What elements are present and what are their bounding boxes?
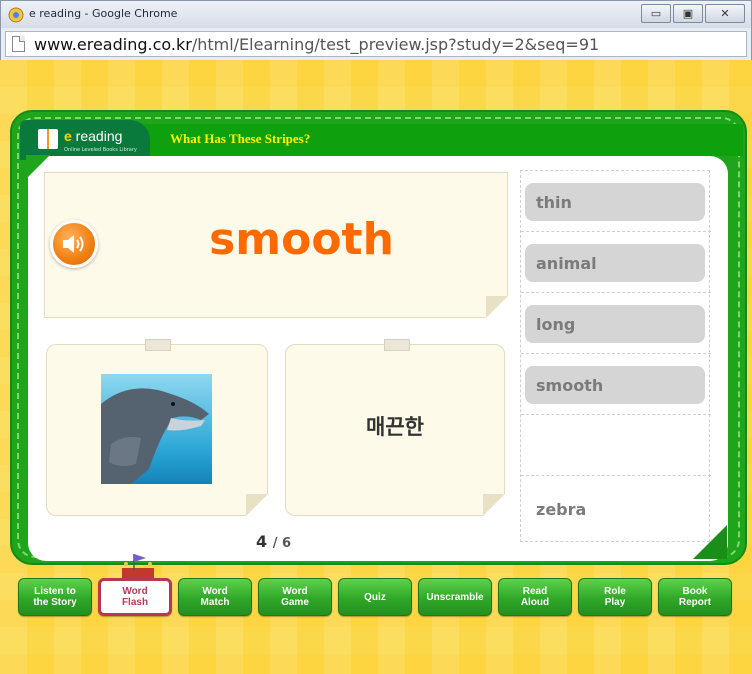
target-word: smooth [209,214,394,265]
nav-unscramble[interactable]: Unscramble [418,578,492,616]
logo-subtitle: Online Leveled Books Library [64,147,137,153]
url-field[interactable]: www.ereading.co.kr/html/Elearning/test_p… [5,31,747,57]
nav-word-flash[interactable]: Word Flash [98,578,172,616]
dolphin-icon [101,388,209,484]
maximize-button[interactable]: ▣ [673,4,703,23]
logo-e: e [64,128,72,144]
option-thin[interactable]: thin [525,183,705,221]
option-divider [521,353,711,354]
logo-text: e reading [64,128,122,144]
speaker-icon [63,235,84,253]
window-titlebar: e reading - Google Chrome ▭ ▣ ✕ [0,0,752,28]
option-divider [521,475,711,476]
logo-word: reading [71,128,123,144]
window-controls: ▭ ▣ ✕ [639,4,745,23]
window-title: e reading - Google Chrome [29,7,178,20]
nav-word-game[interactable]: Word Game [258,578,332,616]
minimize-button[interactable]: ▭ [641,4,671,23]
nav-read-aloud[interactable]: Read Aloud [498,578,572,616]
flag-icon [122,554,154,580]
page-icon [12,36,25,52]
option-divider [521,414,711,415]
option-zebra[interactable]: zebra [536,500,586,519]
address-bar: www.ereading.co.kr/html/Elearning/test_p… [0,28,752,60]
option-divider [521,231,711,232]
total-pages: / 6 [272,536,292,551]
close-button[interactable]: ✕ [705,4,745,23]
meaning-card: 매끈한 [285,339,505,516]
picture-card [46,339,268,516]
option-long[interactable]: long [525,305,705,343]
url-host: www.ereading.co.kr [34,35,192,54]
page-counter: 4 / 6 [256,532,291,551]
tape-decoration [145,339,171,351]
current-page: 4 [256,532,268,551]
url-text: www.ereading.co.kr/html/Elearning/test_p… [34,35,599,54]
ereading-logo[interactable]: e reading Online Leveled Books Library [20,120,150,160]
dolphin-image [101,374,212,484]
option-divider [521,292,711,293]
speaker-button[interactable] [50,220,98,268]
options-column [520,170,711,542]
nav-word-match[interactable]: Word Match [178,578,252,616]
nav-book-report[interactable]: Book Report [658,578,732,616]
book-icon [38,129,58,149]
nav-quiz[interactable]: Quiz [338,578,412,616]
nav-role-play[interactable]: Role Play [578,578,652,616]
chrome-app-icon [8,7,24,23]
url-path: /html/Elearning/test_preview.jsp?study=2… [191,35,600,54]
story-title: What Has These Stripes? [170,131,311,146]
activity-nav: Listen to the Story Word Flash Word Matc… [18,578,732,616]
option-animal[interactable]: animal [525,244,705,282]
header-bar: e reading Online Leveled Books Library W… [20,120,743,160]
tape-decoration [384,339,410,351]
nav-listen-to-story[interactable]: Listen to the Story [18,578,92,616]
option-smooth[interactable]: smooth [525,366,705,404]
korean-meaning: 매끈한 [366,415,424,439]
